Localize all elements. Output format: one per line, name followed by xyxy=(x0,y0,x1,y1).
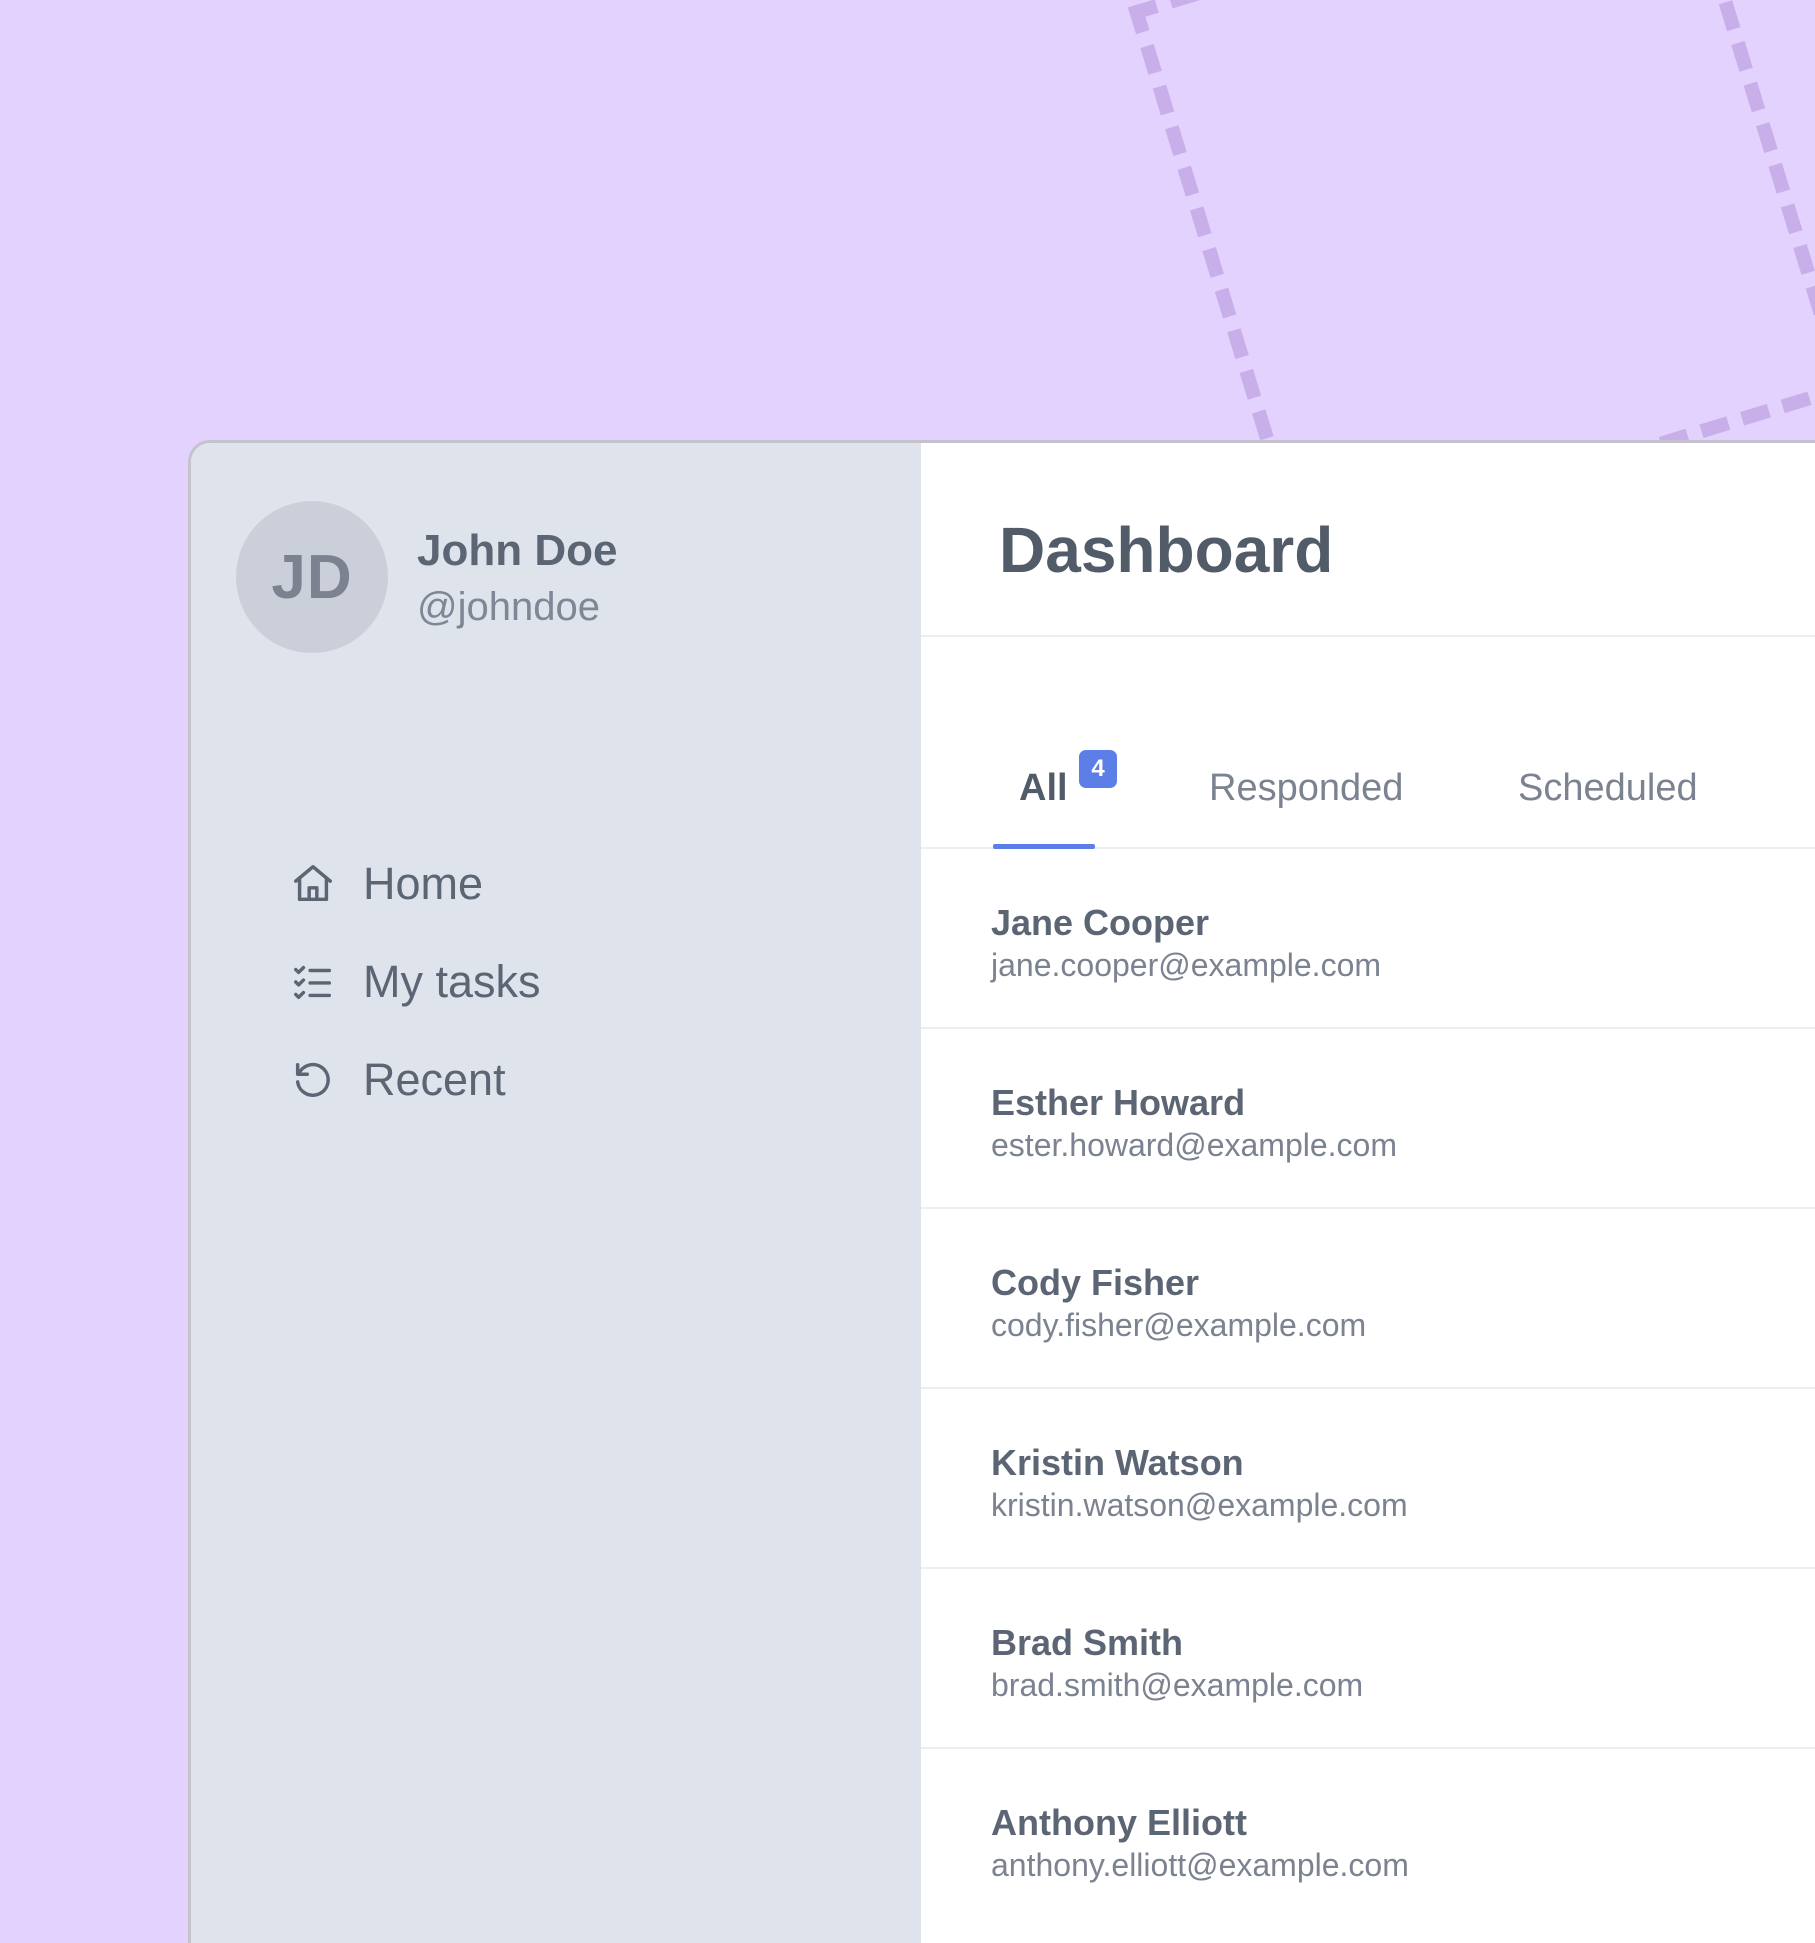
main-header: Dashboard xyxy=(921,443,1815,637)
sidebar-item-my-tasks[interactable]: My tasks xyxy=(287,933,541,1031)
contact-email: ester.howard@example.com xyxy=(991,1127,1397,1163)
avatar[interactable]: JD xyxy=(236,501,388,653)
user-handle: @johndoe xyxy=(417,585,600,629)
tab-label: Scheduled xyxy=(1518,767,1698,809)
contact-name: Esther Howard xyxy=(991,1082,1246,1123)
tab-label: All xyxy=(1019,767,1068,809)
tab-bar: All 4 Responded Scheduled xyxy=(921,723,1815,849)
user-name: John Doe xyxy=(417,526,618,575)
sidebar-item-label: Recent xyxy=(363,1054,506,1105)
contact-email: kristin.watson@example.com xyxy=(991,1487,1408,1523)
contact-name: Cody Fisher xyxy=(991,1262,1200,1303)
sidebar-item-recent[interactable]: Recent xyxy=(287,1031,541,1129)
list-item[interactable]: Brad Smith brad.smith@example.com xyxy=(921,1569,1815,1749)
sidebar-item-home[interactable]: Home xyxy=(287,835,541,933)
page-title: Dashboard xyxy=(999,514,1334,586)
tab-all[interactable]: All 4 xyxy=(993,723,1117,849)
contact-name: Kristin Watson xyxy=(991,1442,1244,1483)
list-item[interactable]: Esther Howard ester.howard@example.com xyxy=(921,1029,1815,1209)
list-item[interactable]: Jane Cooper jane.cooper@example.com xyxy=(921,849,1815,1029)
home-icon xyxy=(287,858,339,910)
contact-email: jane.cooper@example.com xyxy=(991,947,1382,983)
sidebar: JD John Doe @johndoe Home My tasks Recen… xyxy=(191,443,921,1943)
sidebar-item-label: Home xyxy=(363,858,484,909)
contact-name: Brad Smith xyxy=(991,1622,1184,1663)
list-item[interactable]: Kristin Watson kristin.watson@example.co… xyxy=(921,1389,1815,1569)
main-panel: Dashboard All 4 Responded Scheduled Jane… xyxy=(921,443,1815,1943)
avatar-initials: JD xyxy=(271,542,353,612)
sidebar-nav: Home My tasks Recent xyxy=(287,835,541,1129)
contact-name: Jane Cooper xyxy=(991,902,1210,943)
list-item[interactable]: Cody Fisher cody.fisher@example.com xyxy=(921,1209,1815,1389)
contact-list: Jane Cooper jane.cooper@example.com Esth… xyxy=(921,849,1815,1927)
count-badge: 4 xyxy=(1079,750,1117,788)
task-list-icon xyxy=(287,956,339,1008)
history-icon xyxy=(287,1054,339,1106)
contact-email: anthony.elliott@example.com xyxy=(991,1847,1409,1883)
list-item[interactable]: Anthony Elliott anthony.elliott@example.… xyxy=(921,1749,1815,1927)
contact-email: brad.smith@example.com xyxy=(991,1667,1364,1703)
tab-label: Responded xyxy=(1209,767,1404,809)
sidebar-item-label: My tasks xyxy=(363,956,541,1007)
contact-email: cody.fisher@example.com xyxy=(991,1307,1367,1343)
contact-name: Anthony Elliott xyxy=(991,1802,1247,1843)
app-window: JD John Doe @johndoe Home My tasks Recen… xyxy=(188,440,1815,1943)
